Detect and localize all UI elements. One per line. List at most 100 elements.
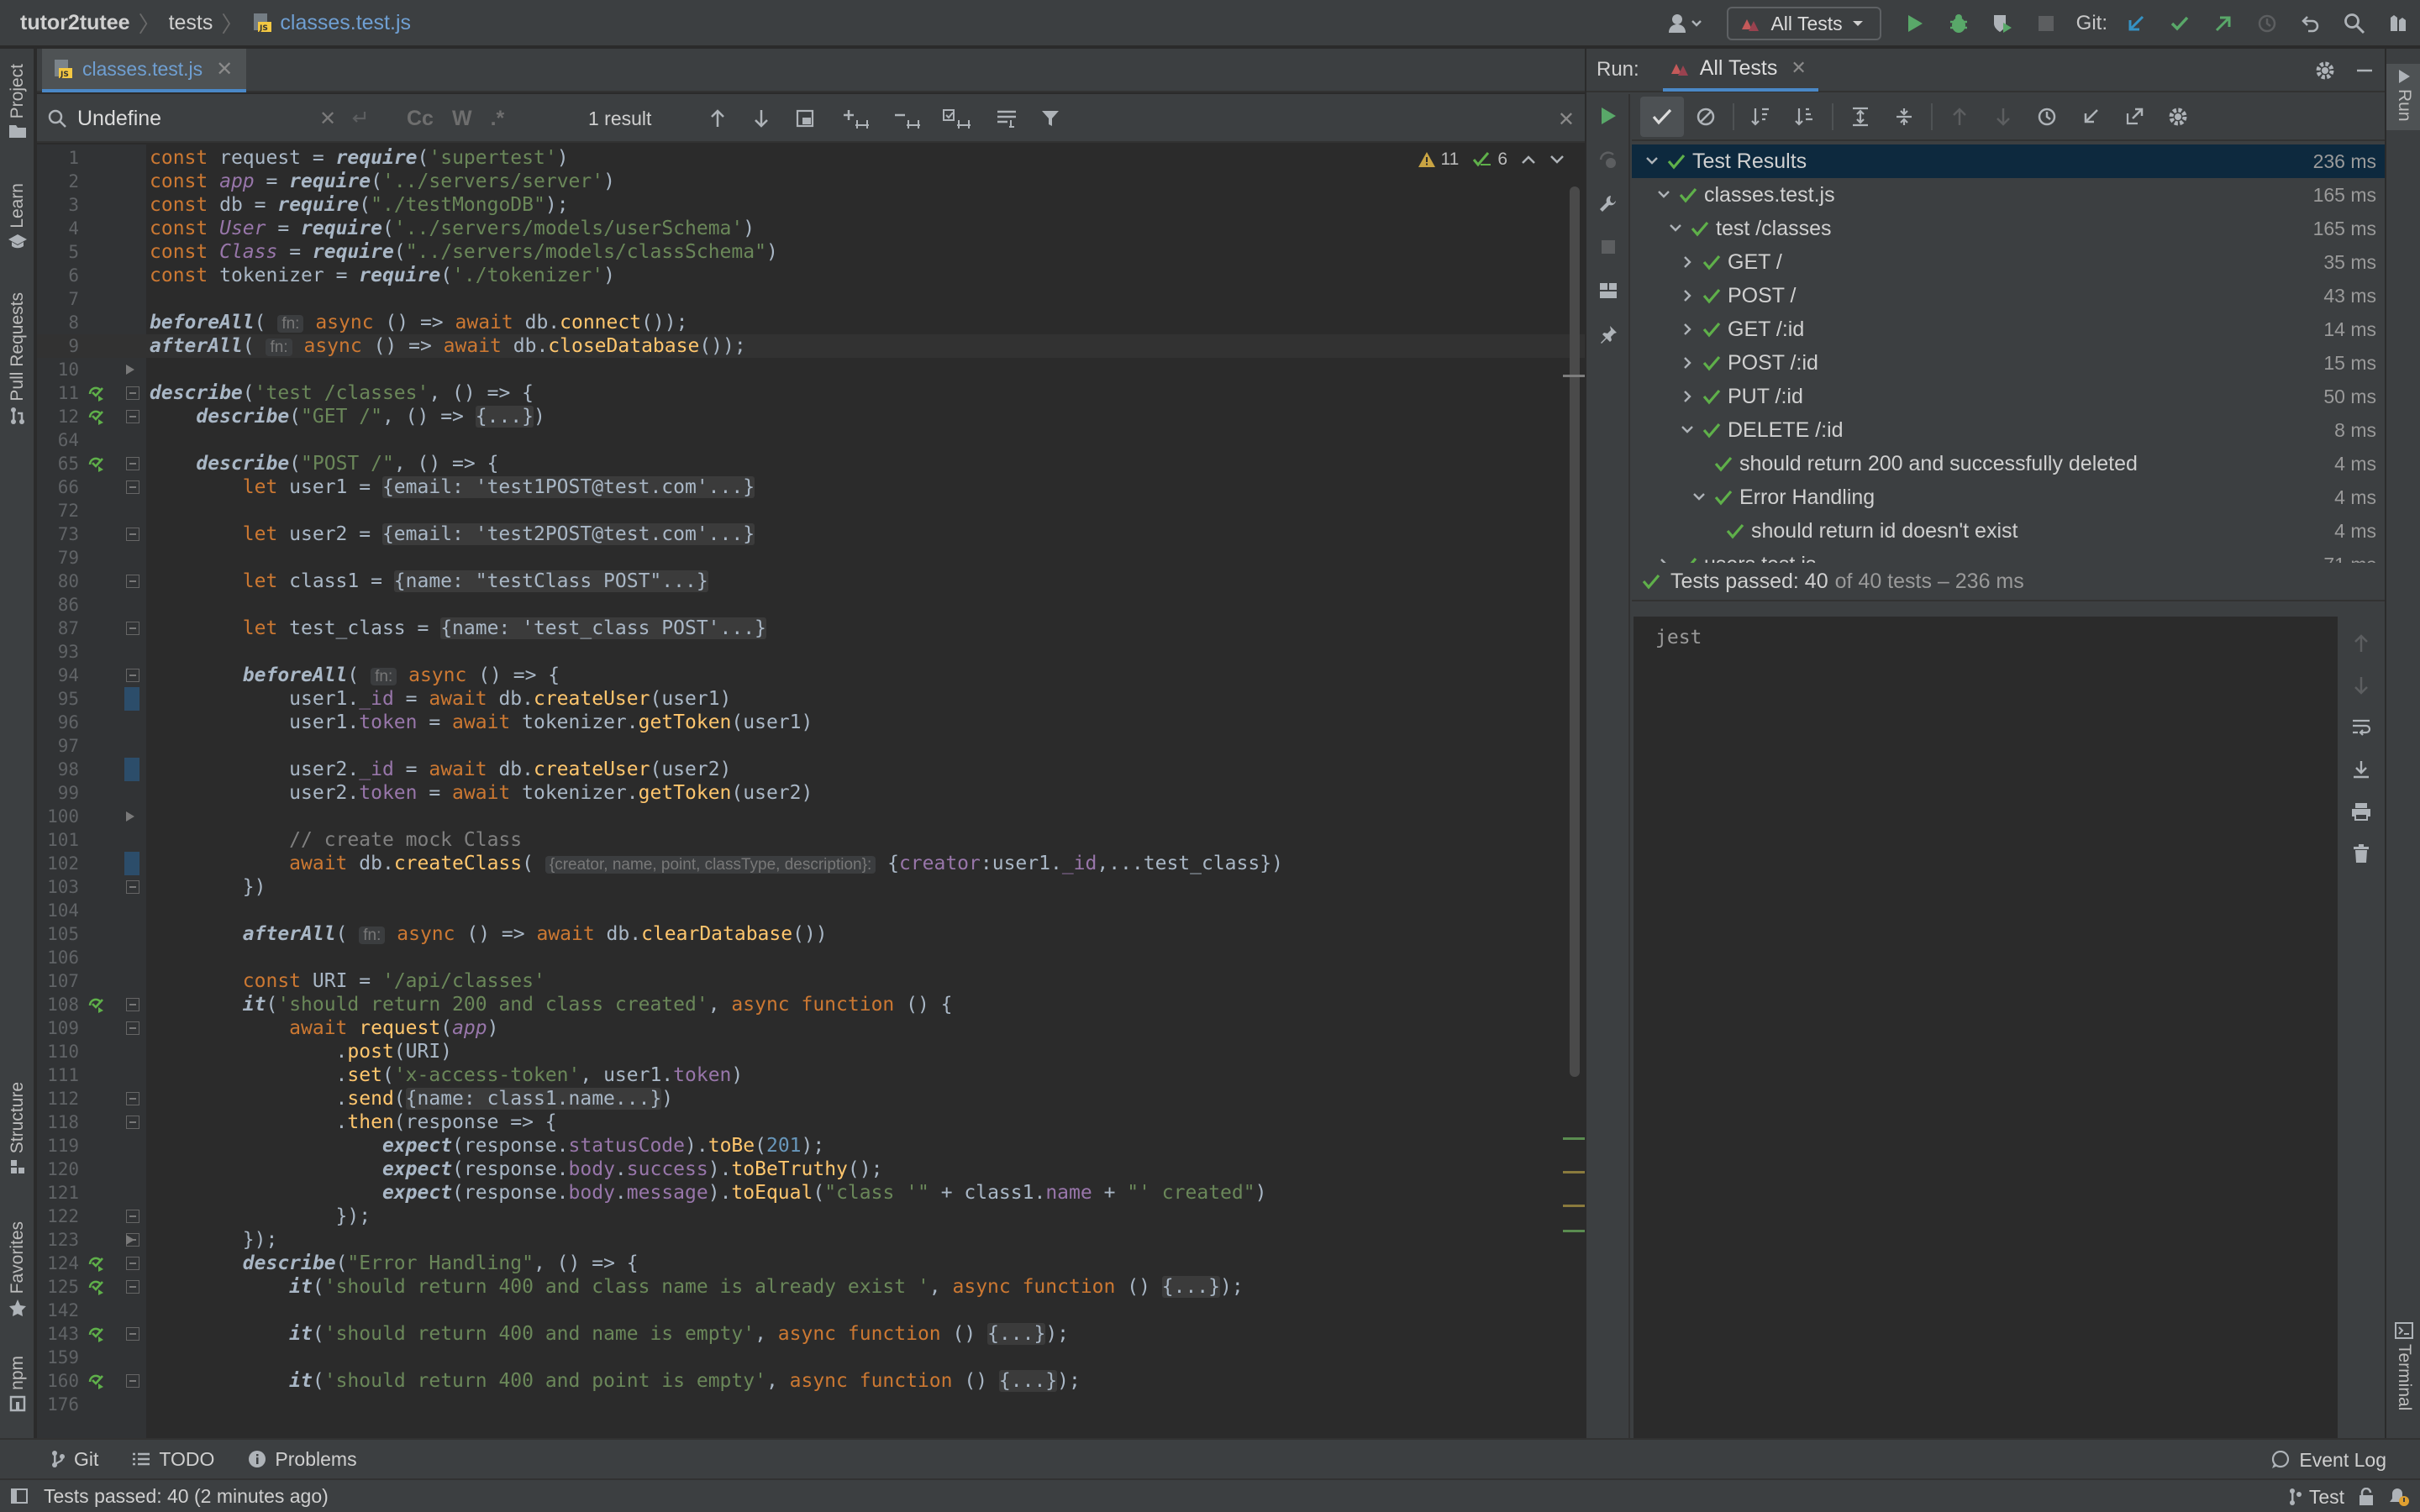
run-configuration-select[interactable]: All Tests (1727, 7, 1881, 40)
fold-marker[interactable] (126, 1116, 139, 1129)
code-line[interactable]: 12 describe("GET /", () => {...}) (37, 405, 1585, 428)
account-button[interactable] (1656, 0, 1715, 47)
run-tool-tab[interactable]: Run (2386, 64, 2420, 130)
test-history-button[interactable] (2025, 97, 2069, 137)
add-occurrence-button[interactable] (827, 108, 886, 129)
code-line[interactable]: 65 describe("POST /", () => { (37, 452, 1585, 475)
run-test-gutter-icon[interactable] (87, 996, 106, 1013)
pin-tab-button[interactable] (1586, 312, 1630, 356)
next-highlight-icon[interactable] (1549, 154, 1565, 165)
code-line[interactable]: 94 beforeAll( fn: async () => { (37, 664, 1585, 687)
collapse-all-button[interactable] (1882, 97, 1926, 137)
test-tree-item[interactable]: GET /:id 14 ms (1632, 312, 2385, 346)
folded-region[interactable]: {name: class1.name...} (405, 1088, 662, 1110)
code-line[interactable]: 124 describe("Error Handling", () => { (37, 1252, 1585, 1275)
code-line[interactable]: 98 user2._id = await db.createUser(user2… (37, 758, 1585, 781)
code-line[interactable]: 101 // create mock Class (37, 828, 1585, 852)
fold-marker[interactable] (126, 480, 139, 494)
search-everywhere-button[interactable] (2333, 0, 2376, 47)
folded-region[interactable]: {...} (987, 1323, 1046, 1345)
folded-region[interactable]: {email: 'test2POST@test.com'...} (381, 523, 755, 545)
previous-occurrence-button[interactable] (696, 108, 739, 129)
code-area[interactable]: 1 const request = require('supertest') 2 co… (37, 144, 1585, 1438)
layout-button[interactable] (1586, 269, 1630, 312)
run-test-gutter-icon[interactable] (87, 1326, 106, 1342)
code-line[interactable]: 9 afterAll( fn: async () => await db.clos… (37, 334, 1585, 358)
stop-button[interactable] (2024, 0, 2068, 47)
fold-marker[interactable] (126, 528, 139, 541)
run-test-gutter-icon[interactable] (87, 1278, 106, 1295)
close-tab-icon[interactable]: ✕ (216, 57, 233, 81)
code-line[interactable]: 64 (37, 428, 1585, 452)
print-button[interactable] (2338, 791, 2385, 832)
run-test-gutter-icon[interactable] (87, 408, 106, 425)
sort-by-duration-button[interactable] (1783, 97, 1827, 137)
filter-button[interactable] (1028, 108, 1072, 129)
code-line[interactable]: 122 }); (37, 1205, 1585, 1228)
lock-icon[interactable] (2358, 1488, 2375, 1506)
code-line[interactable]: 95 user1._id = await db.createUser(user1… (37, 687, 1585, 711)
test-tree-item[interactable]: should return 200 and successfully delet… (1632, 447, 2385, 480)
coverage-button[interactable] (1981, 0, 2024, 47)
code-line[interactable]: 87 let test_class = {name: 'test_class P… (37, 617, 1585, 640)
fold-marker[interactable] (126, 1327, 139, 1341)
code-line[interactable]: 109 await request(app) (37, 1016, 1585, 1040)
code-line[interactable]: 125 it('should return 400 and class name… (37, 1275, 1585, 1299)
scroll-up-button[interactable] (2338, 623, 2385, 664)
test-tree-item[interactable]: users.test.js 71 ms (1632, 548, 2385, 563)
test-tree-item[interactable]: POST /:id 15 ms (1632, 346, 2385, 380)
code-line[interactable]: 96 user1.token = await tokenizer.getToke… (37, 711, 1585, 734)
event-log-tool-tab[interactable]: Event Log (2270, 1440, 2386, 1480)
gear-icon[interactable] (2314, 60, 2336, 81)
todo-tool-tab[interactable]: TODO (132, 1448, 214, 1471)
git-commit-button[interactable] (2158, 0, 2202, 47)
code-line[interactable]: 7 (37, 287, 1585, 311)
git-rollback-button[interactable] (2289, 0, 2333, 47)
npm-tool-tab[interactable]: npm (0, 1356, 35, 1412)
test-tree-item[interactable]: should return id doesn't exist 4 ms (1632, 514, 2385, 548)
rerun-button[interactable] (1586, 94, 1630, 138)
change-marker[interactable] (124, 758, 139, 781)
code-line[interactable]: 6 const tokenizer = require('./tokenizer'… (37, 264, 1585, 287)
inspection-widget[interactable]: 11 6 (1418, 146, 1565, 173)
run-button[interactable] (1893, 0, 1937, 47)
whole-words-toggle[interactable]: W (452, 107, 472, 131)
code-line[interactable]: 119 expect(response.statusCode).toBe(201… (37, 1134, 1585, 1158)
code-line[interactable]: 104 (37, 899, 1585, 922)
code-line[interactable]: 4 const User = require('../servers/models… (37, 217, 1585, 240)
change-marker[interactable] (124, 687, 139, 711)
show-ignored-toggle[interactable] (1684, 97, 1728, 137)
test-tree-item[interactable]: GET / 35 ms (1632, 245, 2385, 279)
filter-search-results-button[interactable] (985, 108, 1028, 129)
test-tree-item[interactable]: Test Results 236 ms (1632, 144, 2385, 178)
code-line[interactable]: 2 const app = require('../servers/server'… (37, 170, 1585, 193)
breadcrumb-folder[interactable]: tests (169, 11, 213, 35)
chevron-down-icon[interactable] (1691, 491, 1707, 504)
breadcrumb-project[interactable]: tutor2tutee (20, 11, 130, 35)
test-tree-item[interactable]: classes.test.js 165 ms (1632, 178, 2385, 212)
code-line[interactable]: 79 (37, 546, 1585, 570)
regex-toggle[interactable]: .* (491, 107, 505, 131)
remove-occurrence-button[interactable] (886, 108, 929, 129)
test-tree-item[interactable]: POST / 43 ms (1632, 279, 2385, 312)
code-line[interactable]: 102 await db.createClass( {creator, name… (37, 852, 1585, 875)
clear-console-button[interactable] (2338, 833, 2385, 874)
folded-region[interactable]: {name: "testClass POST"...} (393, 570, 708, 592)
code-line[interactable]: 110 .post(URI) (37, 1040, 1585, 1063)
chevron-right-icon[interactable] (1679, 356, 1696, 370)
test-tree-item[interactable]: PUT /:id 50 ms (1632, 380, 2385, 413)
chevron-right-icon[interactable] (1679, 289, 1696, 302)
debug-button[interactable] (1937, 0, 1981, 47)
git-update-button[interactable] (2114, 0, 2158, 47)
structure-tool-tab[interactable]: Structure (0, 1082, 35, 1175)
terminal-tool-tab[interactable]: Terminal (2386, 1322, 2420, 1410)
fold-marker[interactable] (126, 1021, 139, 1035)
close-run-tab-icon[interactable]: ✕ (1791, 57, 1806, 79)
fold-marker[interactable] (126, 1210, 139, 1223)
chevron-right-icon[interactable] (1679, 255, 1696, 269)
code-line[interactable]: 160 it('should return 400 and point is e… (37, 1369, 1585, 1393)
code-line[interactable]: 86 (37, 593, 1585, 617)
test-settings-button[interactable] (2156, 97, 2200, 137)
code-line[interactable]: 112 .send({name: class1.name...}) (37, 1087, 1585, 1110)
next-failed-button[interactable] (1981, 97, 2025, 137)
